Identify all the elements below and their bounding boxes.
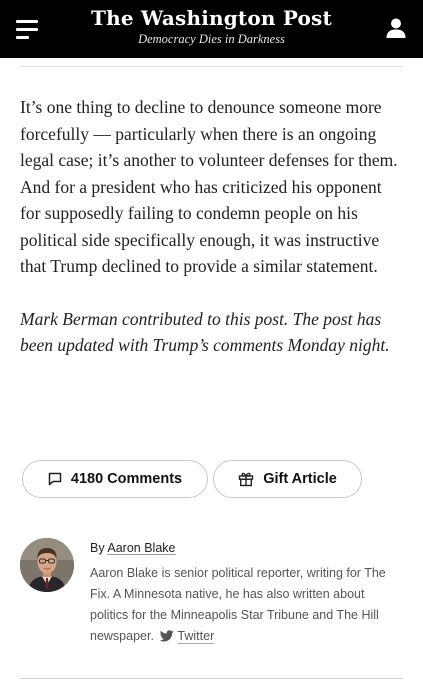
comments-button[interactable]: 4180 Comments [22, 460, 208, 498]
user-account-icon[interactable] [385, 17, 407, 39]
gift-icon [239, 472, 254, 487]
article-body: It’s one thing to decline to denounce so… [20, 94, 405, 385]
site-logo[interactable]: The Washington Post [0, 6, 423, 30]
byline-prefix: By [90, 541, 105, 555]
author-bio-description: Aaron Blake is senior political reporter… [90, 566, 386, 643]
byline: By Aaron Blake [90, 540, 405, 556]
site-tagline: Democracy Dies in Darkness [138, 32, 285, 46]
author-name-link[interactable]: Aaron Blake [107, 541, 175, 555]
divider [20, 66, 403, 67]
top-nav-bar: The Washington Post Democracy Dies in Da… [0, 0, 423, 58]
divider [20, 678, 403, 679]
author-bio-text: Aaron Blake is senior political reporter… [90, 563, 405, 647]
gift-article-label: Gift Article [263, 471, 337, 487]
author-avatar[interactable] [20, 538, 74, 592]
gift-article-button[interactable]: Gift Article [213, 460, 362, 498]
author-info: By Aaron Blake Aaron Blake is senior pol… [90, 540, 405, 647]
contributor-note: Mark Berman contributed to this post. Th… [20, 308, 390, 356]
article-paragraph: It’s one thing to decline to denounce so… [20, 97, 398, 276]
author-twitter-link[interactable]: Twitter [157, 629, 214, 643]
masthead[interactable]: The Washington Post Democracy Dies in Da… [0, 6, 423, 47]
author-twitter-label: Twitter [177, 629, 215, 643]
comments-count-label: 4180 Comments [70, 471, 183, 487]
twitter-bird-icon [160, 630, 175, 642]
comment-bubble-icon [48, 472, 62, 486]
